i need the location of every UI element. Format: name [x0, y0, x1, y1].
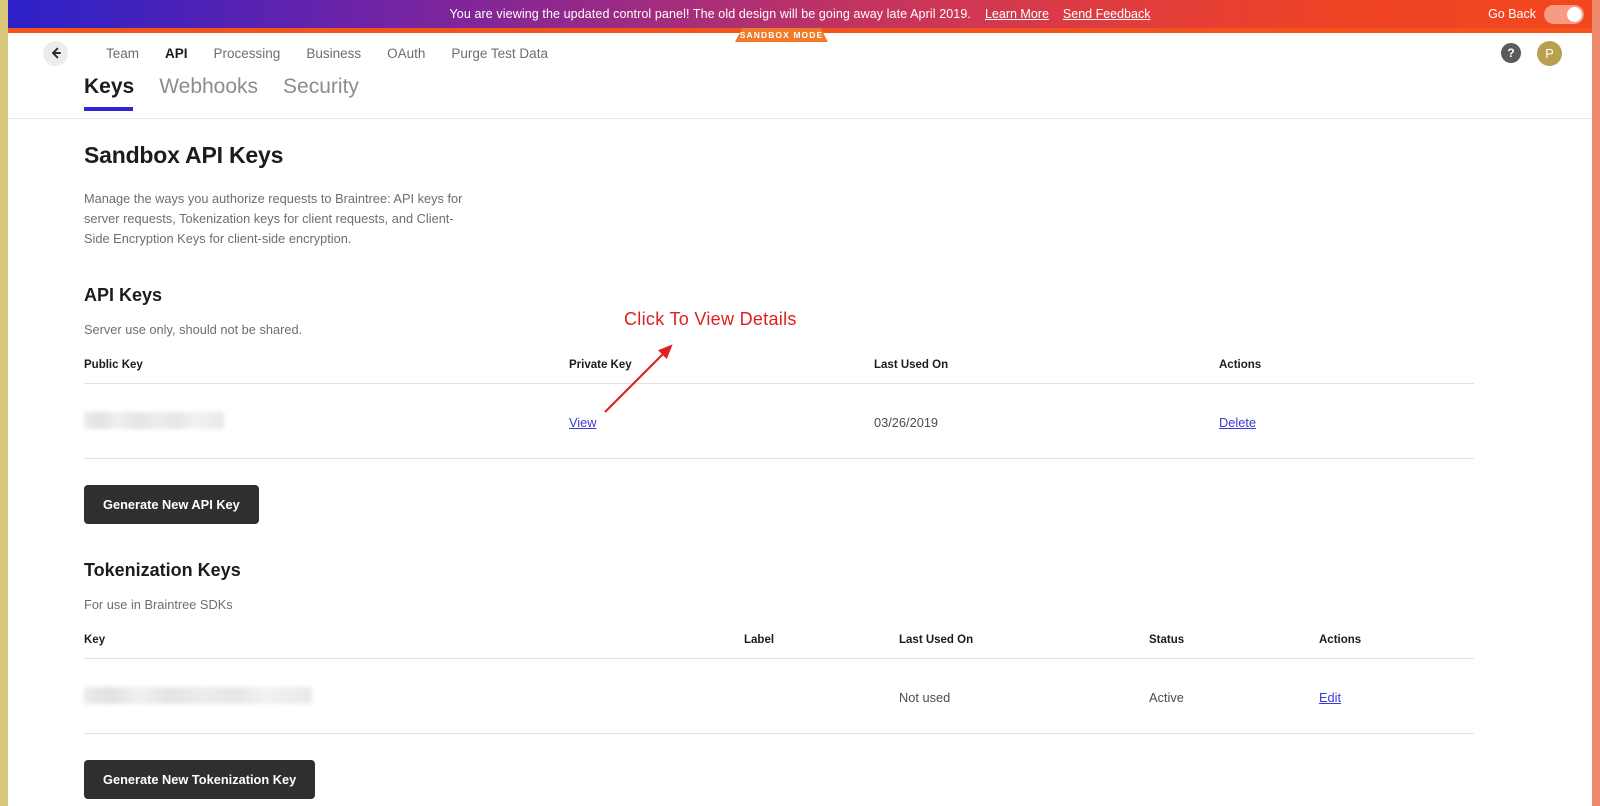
tab-security[interactable]: Security — [283, 73, 359, 111]
redacted-tokenization-key — [84, 687, 312, 704]
table-header-row: Key Label Last Used On Status Actions — [84, 634, 1474, 659]
avatar[interactable]: P — [1537, 40, 1562, 66]
cell-public-key — [84, 383, 569, 459]
column-header-private-key: Private Key — [569, 359, 874, 384]
column-header-label: Label — [744, 634, 899, 659]
generate-new-api-key-button[interactable]: Generate New API Key — [84, 485, 259, 524]
view-private-key-link[interactable]: View — [569, 415, 597, 430]
column-header-actions: Actions — [1319, 634, 1474, 659]
page-content: Sandbox API Keys Manage the ways you aut… — [8, 120, 1592, 806]
announcement-message: You are viewing the updated control pane… — [449, 7, 971, 21]
cell-label — [744, 658, 899, 734]
generate-new-tokenization-key-button[interactable]: Generate New Tokenization Key — [84, 760, 316, 799]
tokenization-keys-section-title: Tokenization Keys — [84, 560, 241, 580]
table-row: Not used Active Edit — [84, 658, 1474, 734]
nav-link-team[interactable]: Team — [93, 46, 152, 61]
column-header-key: Key — [84, 634, 744, 659]
page-title: Sandbox API Keys — [84, 142, 284, 168]
go-back-control: Go Back — [1488, 0, 1584, 28]
api-keys-section-title: API Keys — [84, 285, 163, 305]
cell-private-key: View — [569, 383, 874, 459]
send-feedback-link[interactable]: Send Feedback — [1063, 7, 1151, 21]
table-row: View 03/26/2019 Delete — [84, 383, 1474, 459]
tokenization-keys-section-subtitle: For use in Braintree SDKs — [84, 597, 233, 612]
column-header-last-used-on: Last Used On — [874, 359, 1219, 384]
column-header-last-used-on: Last Used On — [899, 634, 1149, 659]
cell-last-used-on: 03/26/2019 — [874, 383, 1219, 459]
sandbox-frame-right-border — [1592, 0, 1600, 806]
nav-links: Team API Processing Business OAuth Purge… — [93, 46, 561, 61]
page-body: Sandbox API Keys Manage the ways you aut… — [8, 120, 1592, 806]
sandbox-mode-badge: SANDBOX MODE — [735, 28, 828, 42]
cell-status: Active — [1149, 658, 1319, 734]
announcement-bar: You are viewing the updated control pane… — [0, 0, 1600, 28]
table-header-row: Public Key Private Key Last Used On Acti… — [84, 359, 1474, 384]
cell-key — [84, 658, 744, 734]
column-header-status: Status — [1149, 634, 1319, 659]
page-description: Manage the ways you authorize requests t… — [84, 191, 463, 246]
tab-keys[interactable]: Keys — [84, 73, 134, 111]
column-header-public-key: Public Key — [84, 359, 569, 384]
cell-actions: Edit — [1319, 658, 1474, 734]
sandbox-frame-left-border — [0, 0, 8, 806]
nav-link-business[interactable]: Business — [293, 46, 374, 61]
section-tabs: Keys Webhooks Security — [8, 73, 1592, 119]
arrow-left-icon — [51, 47, 61, 59]
nav-link-processing[interactable]: Processing — [201, 46, 294, 61]
nav-link-purge-test-data[interactable]: Purge Test Data — [438, 46, 561, 61]
nav-link-oauth[interactable]: OAuth — [374, 46, 438, 61]
learn-more-link[interactable]: Learn More — [985, 7, 1049, 21]
cell-last-used-on: Not used — [899, 658, 1149, 734]
nav-right-actions: ? P — [1501, 40, 1562, 66]
back-button[interactable] — [43, 40, 68, 66]
tab-webhooks[interactable]: Webhooks — [159, 73, 258, 111]
help-icon[interactable]: ? — [1501, 43, 1521, 63]
edit-tokenization-key-link[interactable]: Edit — [1319, 690, 1341, 705]
delete-api-key-link[interactable]: Delete — [1219, 415, 1256, 430]
cell-actions: Delete — [1219, 383, 1474, 459]
go-back-toggle-knob — [1567, 6, 1582, 22]
go-back-toggle[interactable] — [1544, 4, 1584, 24]
api-keys-table: Public Key Private Key Last Used On Acti… — [84, 359, 1474, 459]
go-back-label: Go Back — [1488, 7, 1536, 21]
tokenization-keys-table: Key Label Last Used On Status Actions No… — [84, 634, 1474, 734]
column-header-actions: Actions — [1219, 359, 1474, 384]
nav-link-api[interactable]: API — [152, 46, 201, 61]
api-keys-section-subtitle: Server use only, should not be shared. — [84, 322, 303, 337]
redacted-public-key — [84, 412, 224, 429]
sandbox-mode-label: SANDBOX MODE — [739, 30, 824, 40]
